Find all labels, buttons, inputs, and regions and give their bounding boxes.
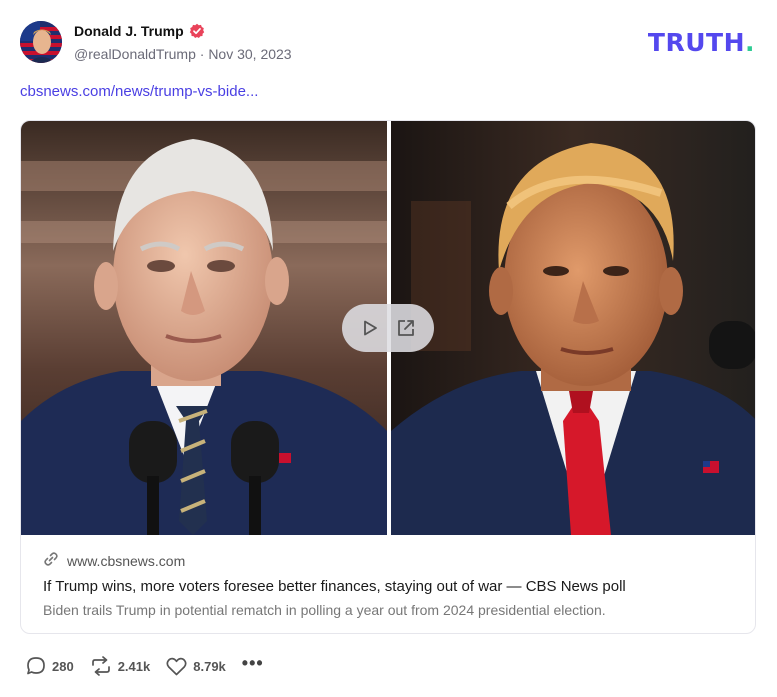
author-handle[interactable]: @realDonaldTrump [74,46,196,62]
media-controls [342,304,434,352]
open-external-icon[interactable] [395,317,417,339]
reply-icon [27,657,45,675]
author-name[interactable]: Donald J. Trump [74,23,184,39]
reply-button[interactable]: 280 [26,656,74,676]
like-button[interactable]: 8.79k [166,657,226,676]
link-icon [43,551,59,570]
link-preview-card[interactable]: www.cbsnews.com If Trump wins, more vote… [20,120,756,634]
retruth-count: 2.41k [117,658,151,674]
verified-badge-icon [189,23,205,39]
post-meta: @realDonaldTrump · Nov 30, 2023 [74,46,292,62]
brand-name: TRUTH [647,28,745,57]
retruth-icon [91,656,110,676]
brand-dot: . [745,28,755,57]
post-header: Donald J. Trump @realDonaldTrump · Nov 3… [20,20,757,66]
avatar[interactable] [20,21,62,63]
preview-image[interactable] [21,121,755,535]
truth-logo[interactable]: TRUTH. [648,28,755,57]
play-icon[interactable] [359,317,381,339]
more-icon[interactable]: ••• [242,653,264,674]
post-link[interactable]: cbsnews.com/news/trump-vs-bide... [20,83,258,100]
photo-trump [391,121,755,535]
like-icon [166,657,187,675]
card-domain-row: www.cbsnews.com [43,551,735,570]
card-body[interactable]: www.cbsnews.com If Trump wins, more vote… [21,535,755,633]
card-description: Biden trails Trump in potential rematch … [43,602,606,618]
meta-separator: · [199,46,205,62]
like-count: 8.79k [193,658,226,674]
photo-biden [21,121,387,535]
card-headline: If Trump wins, more voters foresee bette… [43,578,626,595]
post-actions: 280 2.41k 8.79k ••• [26,653,264,677]
reply-count: 280 [52,658,74,674]
retruth-button[interactable]: 2.41k [90,656,151,676]
post-date[interactable]: Nov 30, 2023 [208,46,291,62]
card-domain: www.cbsnews.com [67,552,186,569]
